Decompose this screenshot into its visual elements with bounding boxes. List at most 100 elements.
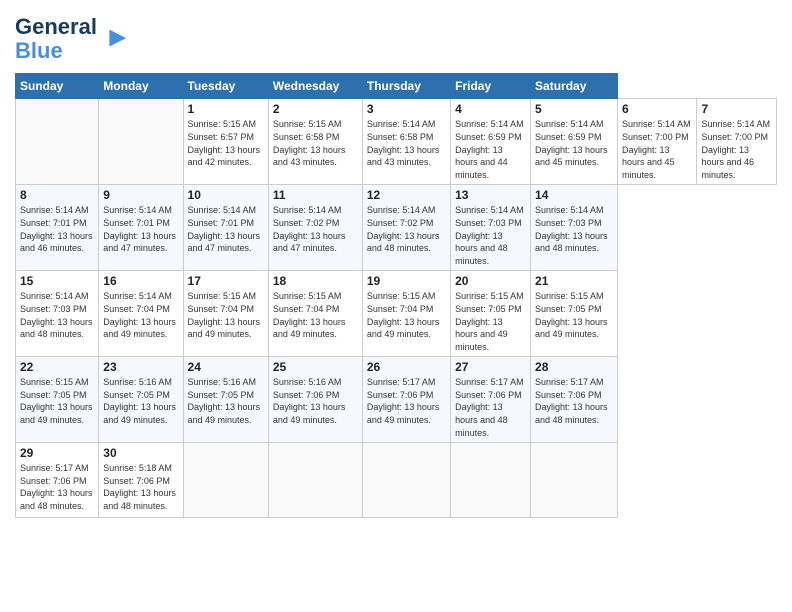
cell-4-0: 29 Sunrise: 5:17 AMSunset: 7:06 PMDayligh… (16, 443, 99, 518)
day-number: 23 (103, 360, 178, 374)
day-number: 9 (103, 188, 178, 202)
day-number: 1 (188, 102, 264, 116)
day-info: Sunrise: 5:14 AMSunset: 7:03 PMDaylight:… (535, 204, 613, 254)
week-row-1: 8Sunrise: 5:14 AMSunset: 7:01 PMDaylight… (16, 185, 777, 271)
day-info: Sunrise: 5:14 AMSunset: 6:59 PMDaylight:… (535, 118, 613, 168)
col-header-sunday: Sunday (16, 74, 99, 99)
logo-text: GeneralBlue (15, 15, 97, 63)
day-info: Sunrise: 5:17 AMSunset: 7:06 PMDaylight:… (535, 376, 613, 426)
cell-3-2: 24 Sunrise: 5:16 AMSunset: 7:05 PMDayligh… (183, 357, 268, 443)
day-info: Sunrise: 5:16 AMSunset: 7:05 PMDaylight:… (188, 376, 264, 426)
day-info: Sunrise: 5:15 AMSunset: 7:04 PMDaylight:… (273, 290, 358, 340)
logo-icon (100, 25, 128, 53)
cell-0-7: 6 Sunrise: 5:14 AMSunset: 7:00 PMDaylight… (618, 99, 697, 185)
cell-4-2 (183, 443, 268, 518)
day-number: 13 (455, 188, 526, 202)
day-number: 12 (367, 188, 446, 202)
day-number: 4 (455, 102, 526, 116)
day-number: 11 (273, 188, 358, 202)
day-info: Sunrise: 5:14 AMSunset: 6:59 PMDaylight:… (455, 118, 526, 181)
day-number: 2 (273, 102, 358, 116)
day-info: Sunrise: 5:15 AMSunset: 7:04 PMDaylight:… (367, 290, 446, 340)
page-container: GeneralBlue SundayMondayTuesdayWednesday… (0, 0, 792, 528)
day-info: Sunrise: 5:14 AMSunset: 7:03 PMDaylight:… (455, 204, 526, 267)
day-number: 14 (535, 188, 613, 202)
day-info: Sunrise: 5:15 AMSunset: 7:04 PMDaylight:… (188, 290, 264, 340)
day-number: 19 (367, 274, 446, 288)
day-info: Sunrise: 5:14 AMSunset: 7:01 PMDaylight:… (103, 204, 178, 254)
cell-0-1 (99, 99, 183, 185)
cell-1-4: 12 Sunrise: 5:14 AMSunset: 7:02 PMDayligh… (362, 185, 450, 271)
day-info: Sunrise: 5:14 AMSunset: 7:02 PMDaylight:… (273, 204, 358, 254)
day-info: Sunrise: 5:14 AMSunset: 7:00 PMDaylight:… (622, 118, 692, 181)
col-header-thursday: Thursday (362, 74, 450, 99)
day-number: 22 (20, 360, 94, 374)
day-number: 28 (535, 360, 613, 374)
cell-4-4 (362, 443, 450, 518)
day-number: 27 (455, 360, 526, 374)
day-info: Sunrise: 5:14 AMSunset: 6:58 PMDaylight:… (367, 118, 446, 168)
col-header-monday: Monday (99, 74, 183, 99)
logo: GeneralBlue (15, 15, 128, 63)
calendar-table: SundayMondayTuesdayWednesdayThursdayFrid… (15, 73, 777, 518)
day-number: 10 (188, 188, 264, 202)
day-info: Sunrise: 5:16 AMSunset: 7:06 PMDaylight:… (273, 376, 358, 426)
cell-1-5: 13 Sunrise: 5:14 AMSunset: 7:03 PMDayligh… (451, 185, 531, 271)
day-info: Sunrise: 5:14 AMSunset: 7:04 PMDaylight:… (103, 290, 178, 340)
day-info: Sunrise: 5:14 AMSunset: 7:01 PMDaylight:… (188, 204, 264, 254)
day-info: Sunrise: 5:17 AMSunset: 7:06 PMDaylight:… (455, 376, 526, 439)
cell-0-5: 4 Sunrise: 5:14 AMSunset: 6:59 PMDaylight… (451, 99, 531, 185)
day-info: Sunrise: 5:15 AMSunset: 7:05 PMDaylight:… (20, 376, 94, 426)
day-number: 21 (535, 274, 613, 288)
day-info: Sunrise: 5:18 AMSunset: 7:06 PMDaylight:… (103, 462, 178, 512)
week-row-0: 1Sunrise: 5:15 AMSunset: 6:57 PMDaylight… (16, 99, 777, 185)
cell-4-6 (531, 443, 618, 518)
cell-2-5: 20Sunrise: 5:15 AMSunset: 7:05 PMDayligh… (451, 271, 531, 357)
col-header-saturday: Saturday (531, 74, 618, 99)
cell-2-4: 19 Sunrise: 5:15 AMSunset: 7:04 PMDayligh… (362, 271, 450, 357)
cell-4-1: 30 Sunrise: 5:18 AMSunset: 7:06 PMDayligh… (99, 443, 183, 518)
cell-0-6: 5 Sunrise: 5:14 AMSunset: 6:59 PMDaylight… (531, 99, 618, 185)
day-number: 7 (701, 102, 772, 116)
col-header-friday: Friday (451, 74, 531, 99)
cell-0-8: 7 Sunrise: 5:14 AMSunset: 7:00 PMDaylight… (697, 99, 777, 185)
cell-1-2: 10 Sunrise: 5:14 AMSunset: 7:01 PMDayligh… (183, 185, 268, 271)
day-number: 26 (367, 360, 446, 374)
day-number: 17 (188, 274, 264, 288)
day-number: 6 (622, 102, 692, 116)
day-number: 30 (103, 446, 178, 460)
cell-1-0: 8Sunrise: 5:14 AMSunset: 7:01 PMDaylight… (16, 185, 99, 271)
cell-2-3: 18 Sunrise: 5:15 AMSunset: 7:04 PMDayligh… (268, 271, 362, 357)
day-number: 18 (273, 274, 358, 288)
day-info: Sunrise: 5:16 AMSunset: 7:05 PMDaylight:… (103, 376, 178, 426)
day-number: 16 (103, 274, 178, 288)
cell-4-3 (268, 443, 362, 518)
week-row-3: 22 Sunrise: 5:15 AMSunset: 7:05 PMDayligh… (16, 357, 777, 443)
cell-3-5: 27 Sunrise: 5:17 AMSunset: 7:06 PMDayligh… (451, 357, 531, 443)
day-info: Sunrise: 5:15 AMSunset: 7:05 PMDaylight:… (535, 290, 613, 340)
day-number: 29 (20, 446, 94, 460)
cell-2-0: 15Sunrise: 5:14 AMSunset: 7:03 PMDayligh… (16, 271, 99, 357)
cell-2-1: 16 Sunrise: 5:14 AMSunset: 7:04 PMDayligh… (99, 271, 183, 357)
cell-3-3: 25 Sunrise: 5:16 AMSunset: 7:06 PMDayligh… (268, 357, 362, 443)
day-number: 5 (535, 102, 613, 116)
cell-1-1: 9 Sunrise: 5:14 AMSunset: 7:01 PMDaylight… (99, 185, 183, 271)
week-row-4: 29 Sunrise: 5:17 AMSunset: 7:06 PMDayligh… (16, 443, 777, 518)
cell-2-2: 17 Sunrise: 5:15 AMSunset: 7:04 PMDayligh… (183, 271, 268, 357)
day-number: 25 (273, 360, 358, 374)
day-info: Sunrise: 5:17 AMSunset: 7:06 PMDaylight:… (367, 376, 446, 426)
cell-0-0 (16, 99, 99, 185)
day-number: 3 (367, 102, 446, 116)
cell-1-6: 14 Sunrise: 5:14 AMSunset: 7:03 PMDayligh… (531, 185, 618, 271)
day-number: 24 (188, 360, 264, 374)
day-info: Sunrise: 5:15 AMSunset: 6:58 PMDaylight:… (273, 118, 358, 168)
day-info: Sunrise: 5:14 AMSunset: 7:02 PMDaylight:… (367, 204, 446, 254)
cell-0-2: 1Sunrise: 5:15 AMSunset: 6:57 PMDaylight… (183, 99, 268, 185)
col-header-wednesday: Wednesday (268, 74, 362, 99)
cell-1-3: 11 Sunrise: 5:14 AMSunset: 7:02 PMDayligh… (268, 185, 362, 271)
day-info: Sunrise: 5:17 AMSunset: 7:06 PMDaylight:… (20, 462, 94, 512)
day-info: Sunrise: 5:14 AMSunset: 7:00 PMDaylight:… (701, 118, 772, 181)
col-header-tuesday: Tuesday (183, 74, 268, 99)
day-info: Sunrise: 5:14 AMSunset: 7:01 PMDaylight:… (20, 204, 94, 254)
header-row: SundayMondayTuesdayWednesdayThursdayFrid… (16, 74, 777, 99)
